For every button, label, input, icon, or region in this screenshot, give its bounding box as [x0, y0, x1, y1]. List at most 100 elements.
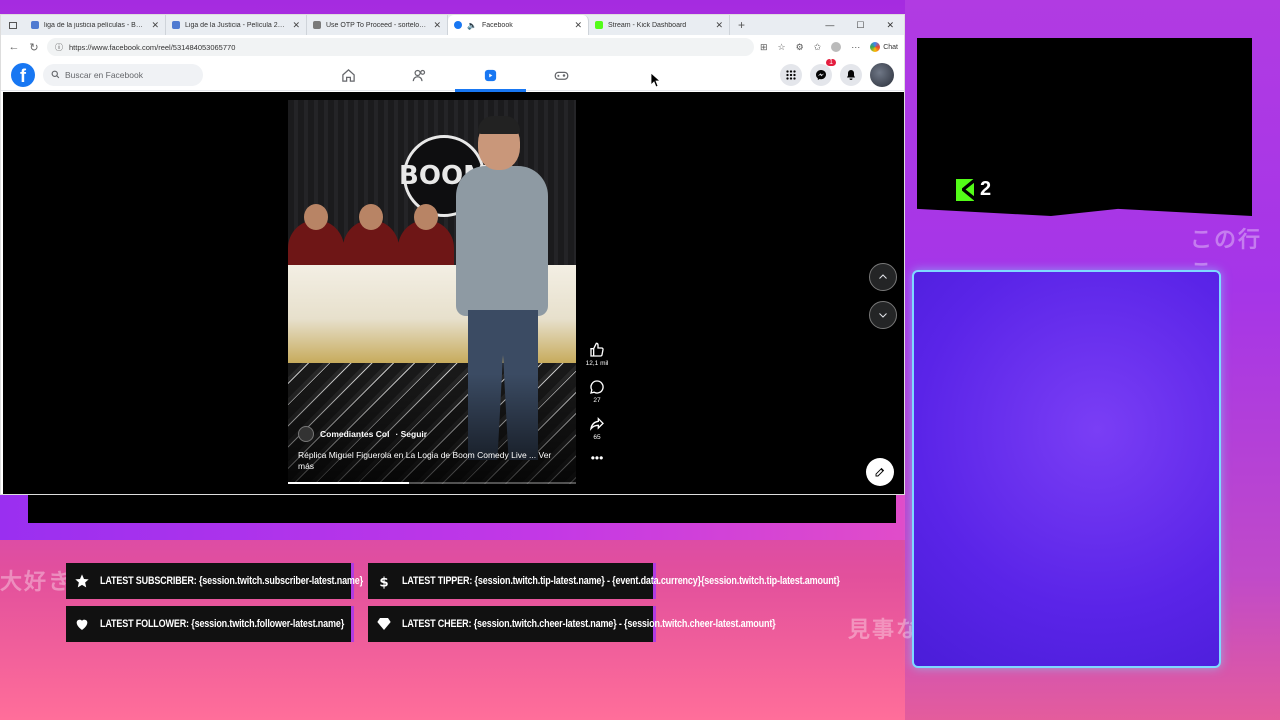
overlay-jp-text-bottom: 見事な	[848, 618, 921, 643]
latest-tipper-text: LATEST TIPPER: {session.twitch.tip-lates…	[402, 575, 840, 587]
facebook-main-nav	[313, 59, 597, 92]
extensions-icon[interactable]: ⚙	[796, 42, 804, 53]
speaker-icon[interactable]: 🔈	[467, 21, 477, 30]
favorites-icon[interactable]: ✩	[814, 42, 822, 53]
messenger-button[interactable]: 1	[810, 58, 836, 86]
like-button[interactable]: 12,1 mil	[585, 342, 609, 367]
nav-friends[interactable]	[384, 59, 455, 91]
heart-icon	[74, 612, 90, 636]
kick-viewer-badge: 2	[956, 178, 991, 201]
messenger-icon	[816, 69, 826, 80]
facebook-logo-icon[interactable]: f	[11, 62, 35, 87]
facebook-search-input[interactable]: Buscar en Facebook	[43, 63, 203, 86]
reel-progress-bar[interactable]	[288, 482, 576, 484]
reel-progress-fill	[288, 482, 409, 484]
nav-home[interactable]	[313, 59, 384, 91]
close-icon[interactable]: ✕	[433, 20, 441, 31]
nav-reels[interactable]	[455, 59, 526, 92]
close-icon[interactable]: ✕	[715, 20, 723, 31]
latest-cheer-text: LATEST CHEER: {session.twitch.cheer-late…	[402, 618, 776, 630]
reel-video[interactable]: BOOM Comediantes Col · Seguir Réplica Mi…	[288, 100, 576, 484]
author-name[interactable]: Comediantes Col	[320, 429, 389, 439]
home-icon	[342, 68, 355, 82]
new-tab-button[interactable]: +	[738, 18, 745, 32]
close-icon[interactable]: ✕	[292, 20, 300, 31]
overlay-jp-text-left: 大好き	[0, 570, 73, 595]
tab-kick-dashboard[interactable]: Stream - Kick Dashboard ✕	[589, 15, 730, 35]
latest-follower-bar: LATEST FOLLOWER: {session.twitch.followe…	[66, 606, 354, 642]
tab-title: Stream - Kick Dashboard	[608, 21, 687, 29]
favorite-star-icon[interactable]: ☆	[778, 42, 786, 53]
comment-icon	[590, 380, 604, 394]
copilot-icon	[870, 42, 881, 52]
maximize-icon[interactable]: ☐	[856, 20, 864, 31]
reel-author[interactable]: Comediantes Col · Seguir	[298, 426, 427, 442]
facebook-header: f Buscar en Facebook 1	[1, 58, 904, 92]
reel-actions: 12,1 mil 27 65 •••	[583, 342, 611, 465]
chevron-down-icon	[879, 313, 887, 318]
nav-gaming[interactable]	[526, 59, 597, 91]
comment-button[interactable]: 27	[589, 379, 605, 404]
previous-reel-button[interactable]	[869, 263, 897, 291]
account-avatar[interactable]	[870, 62, 894, 87]
profile-icon[interactable]	[831, 42, 842, 52]
tab-facebook[interactable]: 🔈 Facebook ✕	[448, 15, 589, 35]
thumbs-up-icon	[590, 342, 604, 357]
refresh-icon[interactable]: ↻	[27, 41, 41, 54]
latest-subscriber-bar: LATEST SUBSCRIBER: {session.twitch.subsc…	[66, 563, 363, 599]
more-options-icon[interactable]: ⋯	[851, 42, 860, 53]
kick-favicon-icon	[595, 21, 603, 29]
copilot-chat-button[interactable]: Chat	[870, 42, 898, 52]
like-count: 12,1 mil	[585, 360, 609, 367]
create-reel-button[interactable]	[866, 458, 894, 486]
tab-bar: liga de la justicia películas - Búsq ✕ L…	[1, 15, 904, 35]
reel-caption[interactable]: Réplica Miguel Figuerola en La Logia de …	[298, 450, 560, 472]
url-text: https://www.facebook.com/reel/5314840530…	[69, 42, 236, 52]
edit-icon	[875, 467, 885, 477]
app-available-icon[interactable]: ⊞	[760, 42, 768, 53]
next-reel-button[interactable]	[869, 301, 897, 329]
dollar-icon: $	[376, 569, 392, 593]
grid-menu-icon	[786, 69, 796, 80]
back-arrow-icon[interactable]: ←	[7, 41, 21, 53]
tab-favicon	[313, 21, 321, 29]
reel-viewer: BOOM Comediantes Col · Seguir Réplica Mi…	[3, 92, 904, 494]
overlay-dark-strip	[28, 495, 896, 523]
tab-title: Liga de la Justicia - Película 2017	[185, 21, 288, 29]
address-toolbar: ← ↻ ⓘ https://www.facebook.com/reel/5314…	[1, 35, 904, 59]
menu-button[interactable]	[780, 63, 802, 86]
more-dots-icon: •••	[590, 451, 604, 465]
mouse-cursor-icon	[651, 73, 661, 88]
messenger-badge: 1	[826, 58, 836, 66]
follow-link[interactable]: · Seguir	[395, 429, 427, 439]
site-info-icon[interactable]: ⓘ	[55, 42, 63, 53]
minimize-icon[interactable]: —	[825, 20, 834, 31]
reels-icon	[484, 69, 497, 81]
kick-logo-icon	[956, 178, 974, 201]
address-bar[interactable]: ⓘ https://www.facebook.com/reel/53148405…	[47, 38, 754, 56]
latest-follower-text: LATEST FOLLOWER: {session.twitch.followe…	[100, 618, 345, 630]
author-avatar[interactable]	[298, 426, 314, 442]
close-window-icon[interactable]: ✕	[886, 20, 894, 31]
comment-count: 27	[593, 397, 601, 404]
browser-window: liga de la justicia películas - Búsq ✕ L…	[0, 14, 905, 495]
close-icon[interactable]: ✕	[574, 20, 582, 31]
toolbar-icons: ⊞ ☆ ⚙ ✩ ⋯ Chat	[760, 42, 898, 53]
tab-favicon	[172, 21, 180, 29]
tab-google-search[interactable]: liga de la justicia películas - Búsq ✕	[25, 15, 166, 35]
tab-movie-page[interactable]: Liga de la Justicia - Película 2017 ✕	[166, 15, 307, 35]
share-count: 65	[593, 434, 601, 441]
svg-text:$: $	[379, 575, 388, 589]
webcam-frame	[912, 270, 1221, 668]
latest-tipper-bar: $ LATEST TIPPER: {session.twitch.tip-lat…	[368, 563, 840, 599]
tab-actions-button[interactable]	[1, 21, 25, 29]
share-button[interactable]: 65	[589, 416, 605, 441]
close-icon[interactable]: ✕	[151, 20, 159, 31]
tab-favicon	[31, 21, 39, 29]
gaming-icon	[554, 71, 569, 80]
tab-otp[interactable]: Use OTP To Proceed - sortelogabi ✕	[307, 15, 448, 35]
diamond-icon	[376, 612, 392, 636]
notifications-button[interactable]	[840, 63, 862, 86]
tab-title: Use OTP To Proceed - sortelogabi	[326, 21, 429, 29]
more-actions-button[interactable]: •••	[590, 451, 604, 465]
